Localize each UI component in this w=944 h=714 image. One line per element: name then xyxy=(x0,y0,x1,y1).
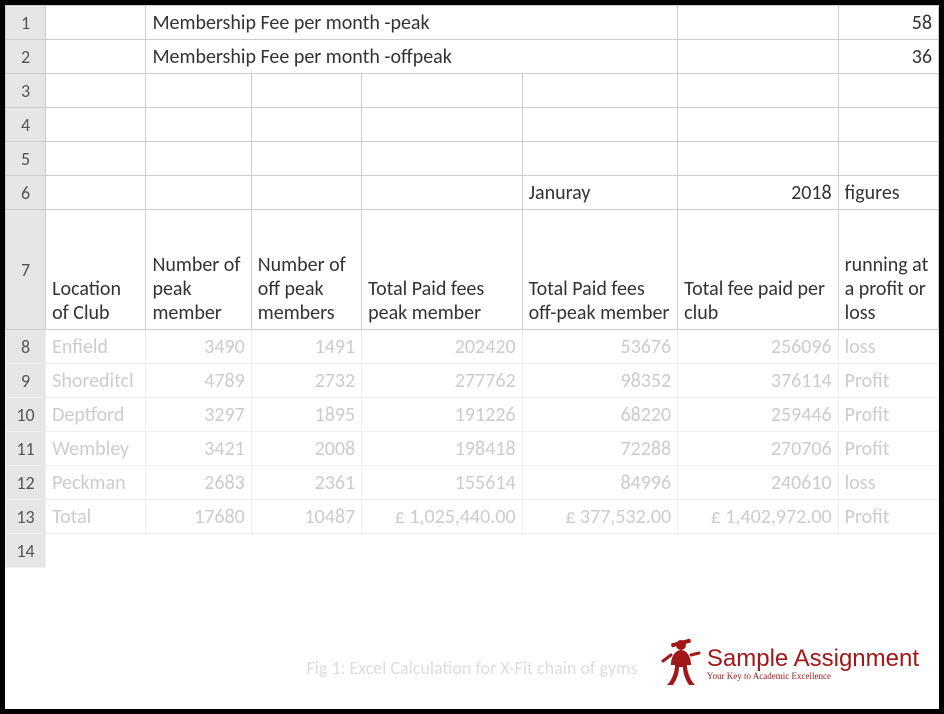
col-total-offpeak-fees: Total Paid fees off-peak member xyxy=(522,210,678,330)
row-2: 2 Membership Fee per month -offpeak 36 xyxy=(6,40,939,74)
col-total-fee: Total fee paid per club xyxy=(678,210,839,330)
fee-offpeak-label: Membership Fee per month -offpeak xyxy=(146,40,678,74)
col-peak-members: Number of peak member xyxy=(146,210,251,330)
row-6: 6 Januray 2018 figures xyxy=(6,176,939,210)
figures-cell: figures xyxy=(838,176,938,210)
row-header: 10 xyxy=(6,398,46,432)
col-location: Location of Club xyxy=(46,210,146,330)
row-header: 1 xyxy=(6,6,46,40)
spreadsheet-table: 1 Membership Fee per month -peak 58 2 Me… xyxy=(5,5,939,568)
row-header: 4 xyxy=(6,108,46,142)
row-header: 14 xyxy=(6,534,46,568)
fee-peak-label: Membership Fee per month -peak xyxy=(146,6,678,40)
table-row: 14 xyxy=(6,534,939,568)
watermark-tagline: Your Key to Academic Excellence xyxy=(707,671,919,681)
table-row: 8 Enfield 3490 1491 202420 53676 256096 … xyxy=(6,330,939,364)
row-header: 7 xyxy=(6,210,46,330)
col-total-peak-fees: Total Paid fees peak member xyxy=(362,210,523,330)
row-header: 8 xyxy=(6,330,46,364)
row-header: 11 xyxy=(6,432,46,466)
month-cell: Januray xyxy=(522,176,678,210)
row-header: 5 xyxy=(6,142,46,176)
fee-offpeak-value: 36 xyxy=(838,40,938,74)
table-row-total: 13 Total 17680 10487 £ 1,025,440.00 £ 37… xyxy=(6,500,939,534)
spreadsheet-frame: 1 Membership Fee per month -peak 58 2 Me… xyxy=(0,0,944,714)
row-7-headers: 7 Location of Club Number of peak member… xyxy=(6,210,939,330)
fee-peak-value: 58 xyxy=(838,6,938,40)
table-row: 10 Deptford 3297 1895 191226 68220 25944… xyxy=(6,398,939,432)
table-row: 11 Wembley 3421 2008 198418 72288 270706… xyxy=(6,432,939,466)
row-header: 6 xyxy=(6,176,46,210)
row-1: 1 Membership Fee per month -peak 58 xyxy=(6,6,939,40)
row-header: 3 xyxy=(6,74,46,108)
person-icon xyxy=(661,637,701,691)
year-cell: 2018 xyxy=(678,176,839,210)
row-header: 9 xyxy=(6,364,46,398)
watermark-brand: Sample Assignment xyxy=(707,647,919,671)
row-header: 2 xyxy=(6,40,46,74)
row-header: 12 xyxy=(6,466,46,500)
table-row: 9 Shoreditcl 4789 2732 277762 98352 3761… xyxy=(6,364,939,398)
table-row: 12 Peckman 2683 2361 155614 84996 240610… xyxy=(6,466,939,500)
row-header: 13 xyxy=(6,500,46,534)
watermark: Sample Assignment Your Key to Academic E… xyxy=(661,637,919,691)
col-offpeak-members: Number of off peak members xyxy=(251,210,361,330)
col-profit-loss: running at a profit or loss xyxy=(838,210,938,330)
